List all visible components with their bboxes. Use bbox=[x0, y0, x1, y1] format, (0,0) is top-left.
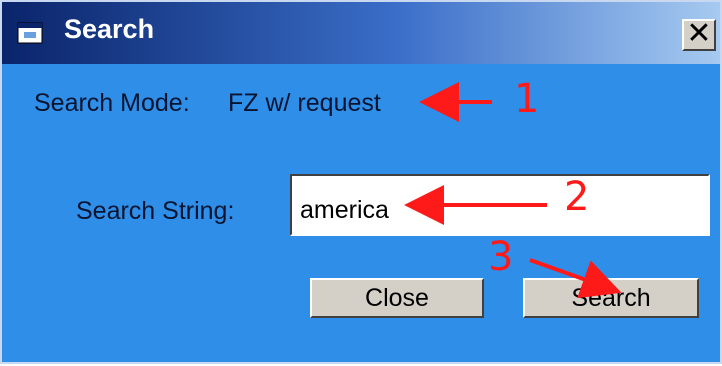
annotation-arrows bbox=[404, 82, 622, 299]
annotation-step-3: 3 bbox=[488, 234, 514, 280]
arrow-3 bbox=[529, 258, 622, 299]
search-dialog: Search ✕ Search Mode: FZ w/ request Sear… bbox=[0, 0, 722, 364]
annotation-step-2: 2 bbox=[564, 174, 590, 220]
annotation-step-1: 1 bbox=[514, 76, 540, 122]
